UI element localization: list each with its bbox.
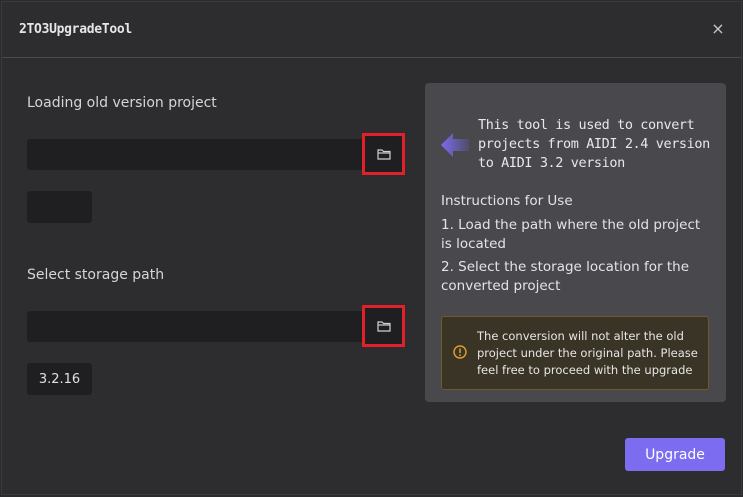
tool-description: This tool is used to convert projects fr… bbox=[478, 117, 710, 171]
upgrade-button[interactable]: Upgrade bbox=[625, 438, 725, 471]
instruction-step-2: 2. Select the storage location for the c… bbox=[441, 259, 689, 294]
folder-icon bbox=[376, 321, 391, 332]
instructions-title: Instructions for Use bbox=[441, 193, 573, 209]
old-project-version-box bbox=[27, 191, 92, 223]
warning-icon bbox=[453, 345, 467, 359]
old-project-browse-button[interactable] bbox=[362, 133, 405, 175]
target-version-box: 3.2.16 bbox=[27, 363, 92, 395]
warning-notice: The conversion will not alter the old pr… bbox=[441, 316, 709, 390]
storage-path-input[interactable] bbox=[27, 311, 364, 342]
storage-path-label: Select storage path bbox=[27, 267, 165, 283]
title-bar: 2TO3UpgradeTool × bbox=[2, 2, 741, 58]
folder-icon bbox=[376, 149, 391, 160]
info-panel: This tool is used to convert projects fr… bbox=[425, 83, 726, 402]
close-icon[interactable]: × bbox=[709, 18, 727, 40]
window-title: 2TO3UpgradeTool bbox=[19, 22, 132, 37]
old-project-label: Loading old version project bbox=[27, 95, 217, 111]
upgrade-tool-dialog: 2TO3UpgradeTool × Loading old version pr… bbox=[1, 1, 742, 495]
warning-text: The conversion will not alter the old pr… bbox=[477, 329, 698, 377]
storage-browse-button[interactable] bbox=[362, 305, 405, 347]
instruction-step-1: 1. Load the path where the old project i… bbox=[441, 217, 701, 252]
arrow-left-icon bbox=[441, 133, 469, 157]
old-project-path-input[interactable] bbox=[27, 139, 364, 170]
